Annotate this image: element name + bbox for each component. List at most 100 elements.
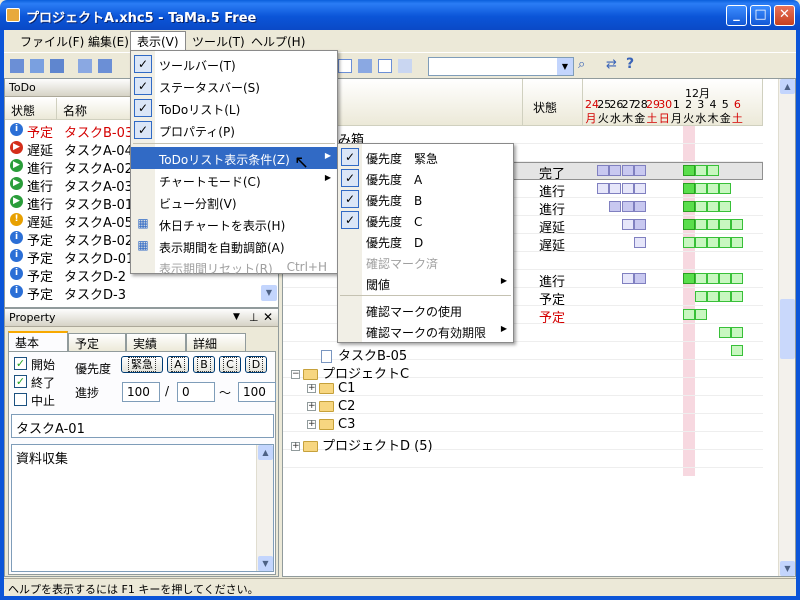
chart-bar-cell[interactable] [719,291,732,302]
scroll-thumb[interactable] [780,299,795,359]
chart-bar-cell[interactable] [609,165,622,176]
chart-bar-cell[interactable] [682,165,695,176]
chart-scrollbar[interactable]: ▲ ▼ [778,79,795,576]
expand-icon[interactable]: + [307,420,316,429]
scroll-down-icon[interactable]: ▼ [258,556,273,571]
view-menu-item[interactable]: ビュー分割(V) [131,191,337,213]
expand-icon[interactable]: + [291,442,300,451]
view-menu-item[interactable]: ✓ プロパティ(P) [131,119,337,141]
scroll-down-icon[interactable]: ▼ [780,561,795,576]
priority-d-button[interactable]: D [245,356,267,373]
chart-bar-cell[interactable] [621,219,634,230]
chart-bar-cell[interactable] [694,165,707,176]
menu-edit[interactable]: 編集(E) [82,32,135,51]
priority-urgent-button[interactable]: 緊急 [121,356,163,373]
menu-file[interactable]: ファイル(F) [14,32,90,51]
box-icon[interactable] [338,59,352,73]
jump-icon[interactable]: ⇄ [606,57,620,72]
tree-project-c[interactable]: − プロジェクトC [291,363,409,382]
tab-basic[interactable]: 基本 [8,331,68,352]
chart-bar-cell[interactable] [731,237,744,248]
todo-col-status[interactable]: 状態 [5,98,57,120]
chart-bar-cell[interactable] [731,219,744,230]
chart-bar-cell[interactable] [731,327,744,338]
memo-field[interactable]: 資料収集 ▲ ▼ [11,444,274,572]
cond-menu-item[interactable]: ✓ 優先度 緊急 [338,146,513,168]
cond-menu-item[interactable]: ✓ 優先度 B [338,188,513,210]
chart-bar-cell[interactable] [707,273,719,284]
chart-bar-cell[interactable] [707,201,719,212]
minimize-button[interactable]: _ [726,5,747,26]
tab-plan[interactable]: 予定 [68,333,126,351]
chart-bar-cell[interactable] [621,165,634,176]
chart-bar-cell[interactable] [633,273,646,284]
chart-bar-cell[interactable] [707,165,719,176]
cond-menu-item[interactable]: 確認マーク済 [338,251,513,273]
chart-bar-cell[interactable] [609,183,622,194]
scroll-up-icon[interactable]: ▲ [258,445,273,460]
menu-view[interactable]: 表示(V) [130,31,186,51]
menu-tools[interactable]: ツール(T) [186,32,251,51]
chart-bar-cell[interactable] [597,165,610,176]
end-checkbox[interactable]: ✓ [14,375,27,388]
chart-bar-cell[interactable] [731,345,744,356]
chart-bar-cell[interactable] [719,201,732,212]
chart-bar-cell[interactable] [682,237,695,248]
view-menu-item[interactable]: ▦ 休日チャートを表示(H) [131,213,337,235]
progress-value-field[interactable]: 100 [122,382,160,402]
priority-b-button[interactable]: B [193,356,215,373]
task-name-field[interactable]: タスクA-01 [11,414,274,438]
new-icon[interactable] [10,59,24,73]
chart-bar-cell[interactable] [707,237,719,248]
expand-icon[interactable]: + [307,384,316,393]
chart-bar-cell[interactable] [682,183,695,194]
tab-detail[interactable]: 詳細 [186,333,246,351]
cond-menu-item[interactable]: ✓ 優先度 C [338,209,513,231]
chart-bar-cell[interactable] [597,183,610,194]
chart-bar-cell[interactable] [633,165,646,176]
chart-bar-cell[interactable] [633,219,646,230]
progress-from-field[interactable]: 0 [177,382,215,402]
memo-scrollbar[interactable]: ▲ ▼ [256,445,273,571]
chart-bar-cell[interactable] [694,237,707,248]
fill-icon[interactable] [358,59,372,73]
start-checkbox[interactable]: ✓ [14,357,27,370]
chart-bar-cell[interactable] [682,309,695,320]
chart-bar-cell[interactable] [694,183,707,194]
title-bar[interactable]: プロジェクトA.xhc5 - TaMa.5 Free _ □ ✕ [0,0,800,30]
cond-menu-item[interactable]: 確認マークの使用 [338,299,513,321]
chart-bar-cell[interactable] [621,273,634,284]
chart-bar-cell[interactable] [694,201,707,212]
chart-bar-cell[interactable] [694,291,707,302]
chart-bar-cell[interactable] [719,237,732,248]
cond-menu-item[interactable]: 優先度 D [338,230,513,252]
view-menu-item[interactable]: ✓ ToDoリスト(L) [131,97,337,119]
maximize-button[interactable]: □ [750,5,771,26]
tree-project-d[interactable]: + プロジェクトD (5) [291,435,433,454]
dropdown-icon[interactable]: ▼ [233,312,240,322]
chart-bar-cell[interactable] [707,219,719,230]
tree-task-b05[interactable]: タスクB-05 [321,345,407,364]
open-icon[interactable] [30,59,44,73]
expand-icon[interactable]: + [307,402,316,411]
toolbar-combo[interactable]: ▼ [428,57,574,76]
chart-bar-cell[interactable] [633,201,646,212]
priority-c-button[interactable]: C [219,356,241,373]
help-icon[interactable]: ? [626,56,640,72]
chart-bar-cell[interactable] [682,273,695,284]
view-menu-item[interactable]: ▦ 表示期間を自動調節(A) [131,235,337,257]
chart-bar-cell[interactable] [719,183,732,194]
chart-bar-cell[interactable] [609,201,622,212]
chart-bar-cell[interactable] [682,219,695,230]
chart-bar-cell[interactable] [731,273,744,284]
todo-row[interactable]: i 予定 タスクD-3 [5,283,267,303]
chart-bar-cell[interactable] [707,291,719,302]
view-menu-item[interactable]: ✓ ツールバー(T) [131,53,337,75]
chart-bar-cell[interactable] [633,237,646,248]
menu-help[interactable]: ヘルプ(H) [245,32,311,51]
panel-close-icon[interactable]: ✕ [263,310,273,324]
chart-bar-cell[interactable] [719,219,732,230]
priority-a-button[interactable]: A [167,356,189,373]
chart-bar-cell[interactable] [707,183,719,194]
chart-bar-cell[interactable] [633,183,646,194]
